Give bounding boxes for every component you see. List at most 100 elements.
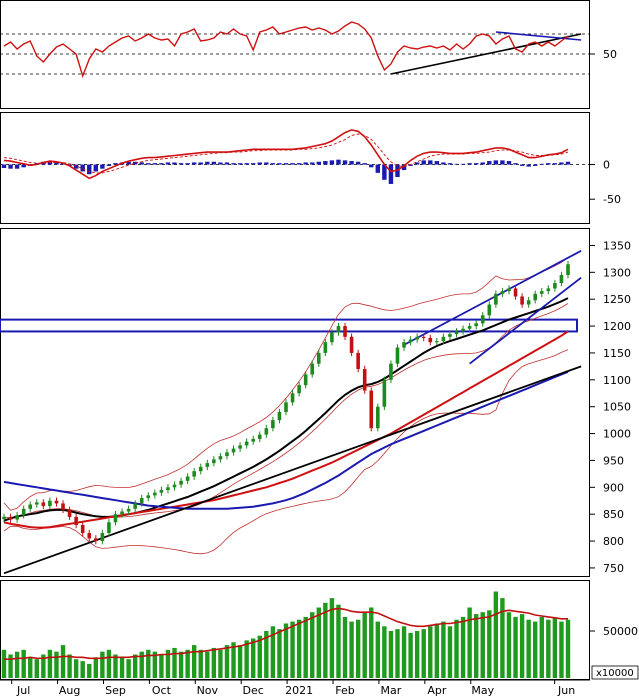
candle-body: [139, 498, 144, 504]
price-tick-850: 850: [603, 508, 624, 521]
volume-bar: [388, 631, 394, 678]
volume-bar: [159, 654, 164, 678]
candle-body: [435, 341, 439, 343]
macd-histogram-bar: [296, 163, 302, 165]
candle-body: [415, 336, 419, 340]
macd-histogram-bar: [329, 160, 335, 165]
candle-body: [21, 508, 26, 516]
candle-body: [303, 374, 308, 386]
macd-histogram-bar: [152, 163, 158, 165]
candle-body: [487, 304, 492, 316]
volume-bar: [14, 651, 20, 678]
macd-histogram-bar: [369, 164, 374, 168]
candle-body: [120, 511, 124, 515]
macd-histogram-bar: [428, 160, 433, 165]
macd-histogram-bar: [283, 163, 289, 165]
candle-body: [369, 390, 374, 429]
volume-bar: [565, 619, 571, 678]
price-tick-1000: 1000: [603, 428, 631, 441]
macd-histogram-bar: [526, 164, 531, 167]
candle-body: [126, 508, 131, 512]
macd-histogram-bar: [349, 161, 354, 165]
macd-tick-minus50: -50: [603, 193, 621, 206]
candle-body: [382, 379, 387, 407]
volume-bar: [546, 619, 551, 678]
candle-body: [494, 293, 498, 305]
macd-histogram-bar: [388, 164, 394, 184]
volume-bar: [290, 621, 295, 678]
volume-bar: [257, 635, 262, 678]
candle-body: [2, 516, 6, 520]
candle-body: [172, 484, 177, 488]
volume-bar: [1, 649, 7, 678]
volume-bar: [421, 629, 426, 678]
volume-bar: [506, 612, 512, 678]
macd-histogram-bar: [165, 162, 171, 165]
candle-body: [513, 288, 518, 297]
macd-histogram-bar: [533, 164, 538, 166]
volume-bar: [47, 649, 53, 678]
macd-histogram-bar: [362, 163, 367, 165]
volume-bar: [408, 632, 413, 678]
candle-body: [198, 466, 203, 472]
volume-bar: [342, 616, 348, 678]
volume-bar: [441, 621, 446, 678]
volume-bar: [473, 614, 479, 678]
macd-histogram-bar: [493, 160, 499, 165]
x-tick-label-mar: Mar: [381, 684, 402, 697]
volume-bar: [500, 598, 505, 678]
x-tick-label-dec: Dec: [243, 684, 264, 697]
candle-body: [185, 476, 190, 481]
candle-body: [310, 363, 315, 375]
volume-bar: [539, 616, 544, 678]
macd-histogram-bar: [487, 161, 492, 165]
candle-body: [264, 428, 269, 435]
macd-histogram-bar: [355, 161, 361, 165]
volume-bar: [513, 616, 518, 678]
price-tick-1100: 1100: [603, 374, 631, 387]
volume-bar: [198, 649, 203, 678]
macd-histogram-bar: [80, 164, 85, 172]
volume-bar: [119, 657, 125, 678]
volume-bar: [487, 610, 492, 678]
volume-bar: [237, 645, 243, 678]
candle-body: [231, 448, 236, 453]
candle-body: [533, 293, 538, 301]
candle-body: [133, 503, 137, 509]
macd-histogram-bar: [290, 163, 295, 165]
price-tick-950: 950: [603, 454, 624, 467]
macd-histogram-bar: [546, 163, 551, 165]
candle-body: [146, 495, 151, 499]
volume-bar: [132, 654, 138, 678]
volume-bar: [526, 619, 531, 678]
macd-histogram-bar: [178, 163, 184, 165]
volume-bar: [224, 645, 230, 678]
macd-histogram-bar: [447, 163, 453, 165]
macd-histogram-bar: [473, 163, 479, 165]
volume-bar: [54, 651, 59, 678]
volume-bar: [172, 647, 177, 678]
volume-tick-50000: 50000: [603, 625, 638, 638]
volume-bar: [8, 654, 13, 678]
macd-histogram-bar: [106, 164, 112, 166]
volume-bar: [467, 607, 472, 678]
volume-bar: [178, 651, 184, 678]
x-tick-label-jun: Jun: [557, 684, 575, 697]
volume-bar: [28, 657, 33, 678]
macd-histogram-bar: [467, 163, 472, 165]
macd-histogram-bar: [257, 162, 262, 165]
macd-histogram-bar: [552, 163, 558, 165]
candle-body: [205, 463, 210, 467]
macd-histogram-bar: [270, 163, 276, 165]
x-tick-label-jul: Jul: [16, 684, 30, 697]
candle-body: [87, 533, 92, 539]
macd-histogram-bar: [159, 163, 164, 165]
volume-bar: [414, 631, 420, 678]
volume-bar: [447, 626, 453, 678]
candle-body: [362, 369, 367, 391]
macd-histogram-bar: [441, 162, 446, 165]
volume-bar: [395, 629, 400, 678]
macd-tick-0: 0: [603, 159, 610, 172]
macd-histogram-bar: [146, 163, 151, 165]
candle-body: [389, 363, 393, 380]
